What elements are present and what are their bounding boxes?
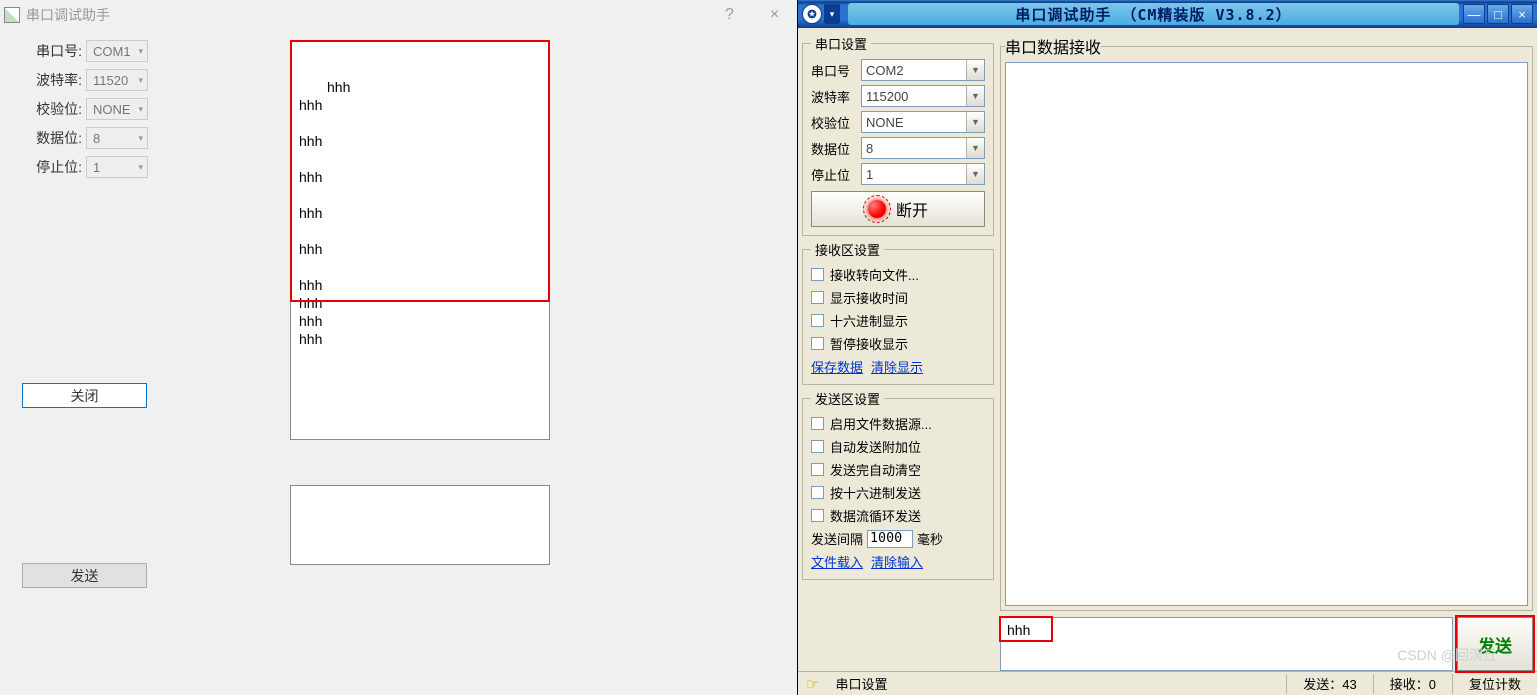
right-main: 串口数据接收 hhh 发送 <box>1000 34 1533 671</box>
help-button[interactable]: ? <box>707 0 752 30</box>
parity-select[interactable]: NONE▾ <box>86 98 148 120</box>
clear-display-link[interactable]: 清除显示 <box>871 357 923 376</box>
rx-data-legend: 串口数据接收 <box>1005 34 1101 58</box>
port-select[interactable]: COM1▾ <box>86 40 148 62</box>
chevron-down-icon: ▼ <box>966 86 984 106</box>
databits-select[interactable]: 8▾ <box>86 127 148 149</box>
status-port-cfg[interactable]: 串口设置 <box>827 674 895 693</box>
rx-settings-fieldset: 接收区设置 接收转向文件... 显示接收时间 十六进制显示 暂停接收显示 保存数… <box>802 240 994 385</box>
chk-rx-to-file[interactable] <box>811 268 824 281</box>
chk-show-time[interactable] <box>811 291 824 304</box>
tx-settings-fieldset: 发送区设置 启用文件数据源... 自动发送附加位 发送完自动清空 按十六进制发送… <box>802 389 994 580</box>
chk-file-source[interactable] <box>811 417 824 430</box>
parity-label: 校验位: <box>20 99 82 119</box>
chevron-down-icon: ▼ <box>966 164 984 184</box>
tx-settings-legend: 发送区设置 <box>811 389 884 408</box>
status-sent: 发送：43 <box>1295 674 1364 693</box>
chevron-down-icon: ▾ <box>138 133 143 144</box>
rx-settings-legend: 接收区设置 <box>811 240 884 259</box>
send-button[interactable]: 发送 <box>22 563 147 588</box>
close-window-button[interactable]: × <box>752 0 797 30</box>
interval-label: 发送间隔 <box>811 529 863 548</box>
r-parity-label: 校验位 <box>811 113 861 132</box>
r-parity-select[interactable]: NONE▼ <box>861 111 985 133</box>
status-led-icon <box>868 200 886 218</box>
r-databits-label: 数据位 <box>811 139 861 158</box>
baud-label: 波特率: <box>20 70 82 90</box>
send-input[interactable]: hhh <box>1000 617 1453 671</box>
rx-data-textarea[interactable] <box>1005 62 1528 606</box>
status-bar: ☞ 串口设置 发送：43 接收：0 复位计数 <box>798 671 1537 695</box>
databits-label: 数据位: <box>20 128 82 148</box>
right-window: ✪ ▾ 串口调试助手 （CM精装版 V3.8.2） — □ × 串口设置 串口号… <box>798 0 1537 695</box>
stopbits-label: 停止位: <box>20 157 82 177</box>
right-titlebar: ✪ ▾ 串口调试助手 （CM精装版 V3.8.2） — □ × <box>798 0 1537 28</box>
r-stopbits-label: 停止位 <box>811 165 861 184</box>
maximize-button[interactable]: □ <box>1487 4 1509 24</box>
left-title: 串口调试助手 <box>26 5 110 25</box>
chevron-down-icon: ▾ <box>138 46 143 57</box>
r-baud-label: 波特率 <box>811 87 861 106</box>
reset-counter-button[interactable]: 复位计数 <box>1461 674 1529 693</box>
r-port-select[interactable]: COM2▼ <box>861 59 985 81</box>
titlebar-menu-icon[interactable]: ▾ <box>824 4 840 24</box>
port-label: 串口号: <box>20 41 82 61</box>
chevron-down-icon: ▾ <box>138 75 143 86</box>
close-port-button[interactable]: 关闭 <box>22 383 147 408</box>
tx-textbox[interactable] <box>290 485 550 565</box>
clear-input-link[interactable]: 清除输入 <box>871 552 923 571</box>
chevron-down-icon: ▼ <box>966 60 984 80</box>
r-databits-select[interactable]: 8▼ <box>861 137 985 159</box>
interval-unit: 毫秒 <box>917 529 943 548</box>
chevron-down-icon: ▼ <box>966 112 984 132</box>
rx-textbox[interactable]: hhh hhh hhh hhh hhh hhh hhh hhh hhh hhh <box>290 40 550 440</box>
right-sidebar: 串口设置 串口号 COM2▼ 波特率 115200▼ 校验位 NONE▼ 数据位… <box>802 34 994 671</box>
save-data-link[interactable]: 保存数据 <box>811 357 863 376</box>
minimize-button[interactable]: — <box>1463 4 1485 24</box>
chk-pause-rx[interactable] <box>811 337 824 350</box>
left-app-icon <box>4 7 20 23</box>
rx-data-fieldset: 串口数据接收 <box>1000 34 1533 611</box>
baud-select[interactable]: 11520▾ <box>86 69 148 91</box>
hand-icon: ☞ <box>806 675 819 693</box>
port-config-fieldset: 串口设置 串口号 COM2▼ 波特率 115200▼ 校验位 NONE▼ 数据位… <box>802 34 994 236</box>
disconnect-button[interactable]: 断开 <box>811 191 985 227</box>
file-load-link[interactable]: 文件载入 <box>811 552 863 571</box>
left-window: 串口调试助手 ? × 串口号: COM1▾ 波特率: 11520▾ 校验位: N… <box>0 0 798 695</box>
close-button[interactable]: × <box>1511 4 1533 24</box>
send-button[interactable]: 发送 <box>1457 617 1533 671</box>
interval-input[interactable] <box>867 530 913 548</box>
chk-auto-clear[interactable] <box>811 463 824 476</box>
chevron-down-icon: ▾ <box>138 162 143 173</box>
right-title: 串口调试助手 （CM精装版 V3.8.2） <box>848 3 1459 25</box>
chevron-down-icon: ▼ <box>966 138 984 158</box>
chevron-down-icon: ▾ <box>138 104 143 115</box>
left-config-panel: 串口号: COM1▾ 波特率: 11520▾ 校验位: NONE▾ 数据位: 8… <box>20 40 190 588</box>
left-titlebar: 串口调试助手 ? × <box>0 0 797 30</box>
port-config-legend: 串口设置 <box>811 34 871 53</box>
chk-hex-send[interactable] <box>811 486 824 499</box>
chk-hex-display[interactable] <box>811 314 824 327</box>
status-recv: 接收：0 <box>1382 674 1444 693</box>
stopbits-select[interactable]: 1▾ <box>86 156 148 178</box>
app-icon: ✪ <box>802 4 822 24</box>
r-port-label: 串口号 <box>811 61 861 80</box>
left-io-column: hhh hhh hhh hhh hhh hhh hhh hhh hhh hhh <box>290 40 550 588</box>
chk-loop-send[interactable] <box>811 509 824 522</box>
r-stopbits-select[interactable]: 1▼ <box>861 163 985 185</box>
r-baud-select[interactable]: 115200▼ <box>861 85 985 107</box>
chk-auto-extra[interactable] <box>811 440 824 453</box>
